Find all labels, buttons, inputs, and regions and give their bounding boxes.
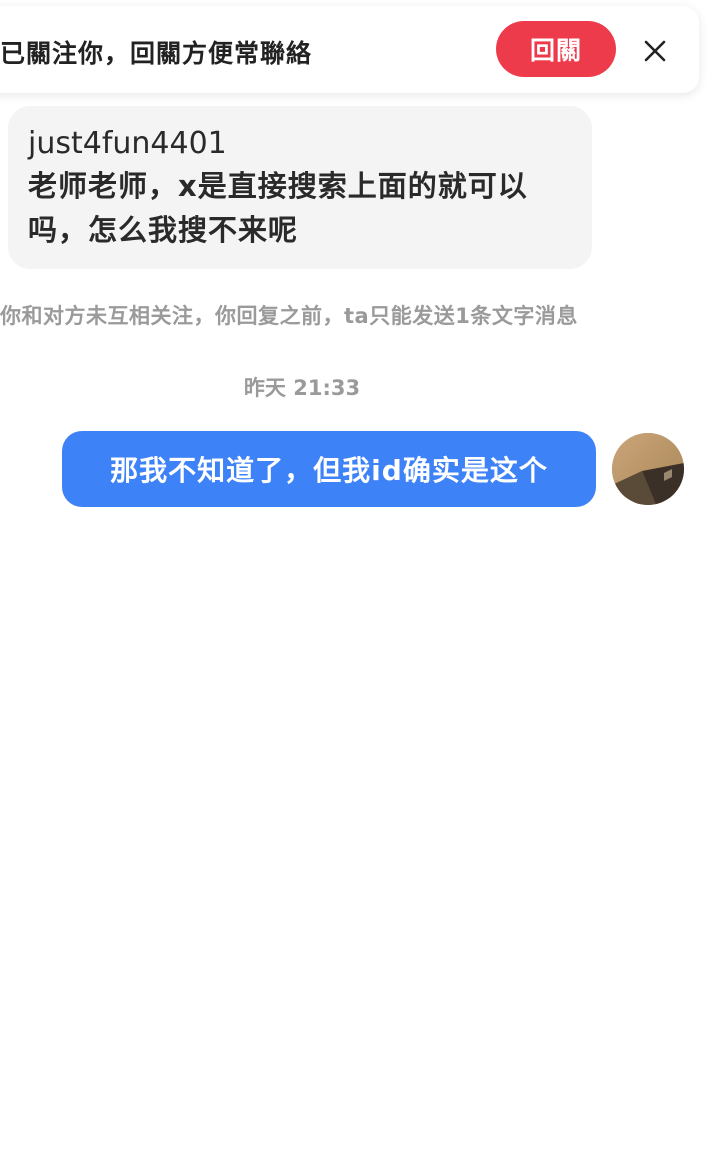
follow-back-button[interactable]: 回關 (496, 21, 616, 77)
incoming-message-username: just4fun4401 (28, 126, 227, 161)
follow-banner: 已關注你，回關方便常聯絡 回關 (0, 6, 699, 93)
message-timestamp: 昨天 21:33 (243, 376, 361, 400)
incoming-message-text: 老师老师，x是直接搜索上面的就可以吗，怎么我搜不来呢 (28, 169, 528, 247)
outgoing-message-bubble[interactable]: 那我不知道了，但我id确实是这个 (62, 431, 596, 507)
system-notice: 你和对方未互相关注，你回复之前，ta只能发送1条文字消息 (0, 304, 578, 328)
chat-page: 已關注你，回關方便常聯絡 回關 just4fun4401 老师老师，x是直接搜索… (0, 0, 716, 1162)
incoming-message-bubble[interactable]: just4fun4401 老师老师，x是直接搜索上面的就可以吗，怎么我搜不来呢 (8, 106, 592, 269)
avatar[interactable] (612, 433, 684, 505)
close-icon[interactable] (640, 36, 670, 66)
follow-banner-text: 已關注你，回關方便常聯絡 (0, 39, 313, 68)
